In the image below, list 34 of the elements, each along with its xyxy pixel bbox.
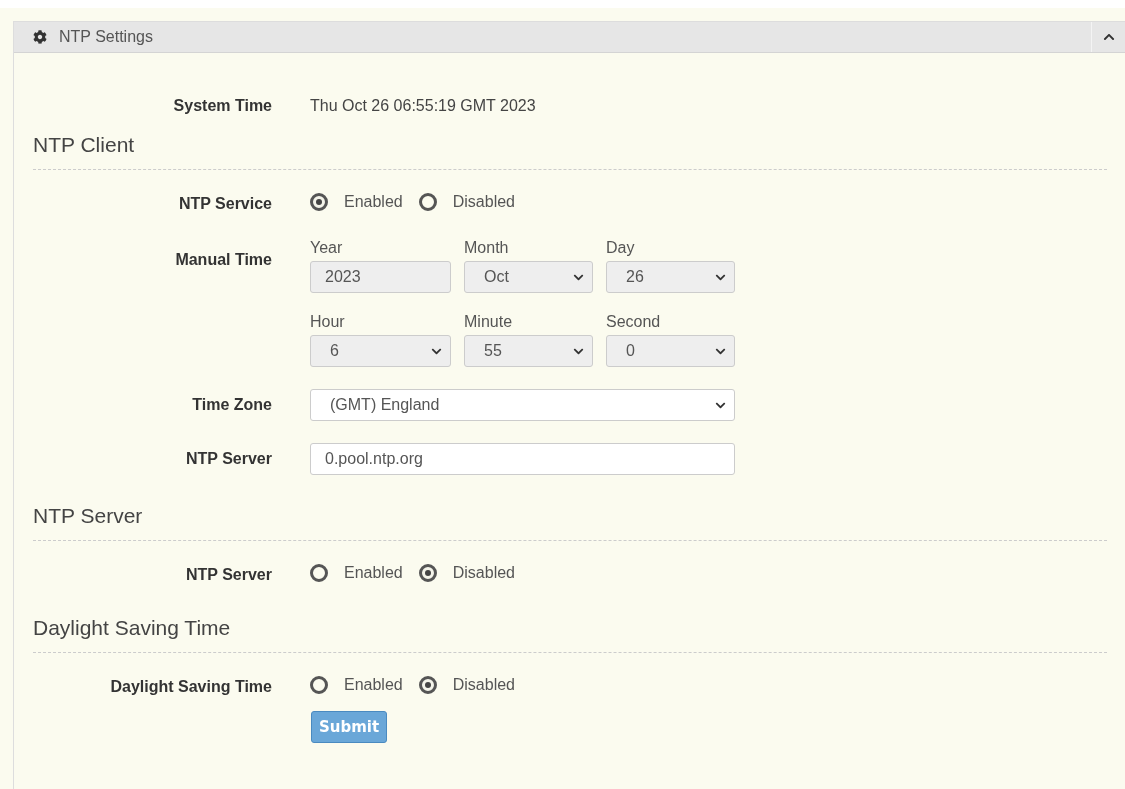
field-label: Time Zone [192, 396, 272, 413]
radio-button[interactable] [418, 676, 437, 694]
section-heading: NTP Server [33, 503, 1107, 541]
radio-label[interactable]: Disabled [452, 561, 515, 585]
field-label: Manual Time [175, 251, 272, 268]
field-caption: Year [310, 238, 344, 258]
field-label: NTP Server [186, 450, 272, 467]
radio-button[interactable] [310, 676, 328, 694]
field-caption: Month [464, 238, 510, 258]
collapse-icon [1102, 31, 1115, 43]
radio-button[interactable] [418, 564, 437, 582]
field-label: Daylight Saving Time [110, 678, 272, 695]
radio-button[interactable] [310, 564, 328, 582]
gear-icon [33, 30, 47, 44]
panel-title: NTP Settings [59, 27, 153, 47]
field-caption: Hour [310, 312, 346, 332]
section-heading: NTP Client [33, 132, 1107, 170]
field-caption: Second [606, 312, 662, 332]
field-caption: Minute [464, 312, 514, 332]
radio-label[interactable]: Enabled [344, 190, 403, 214]
field-caption: Day [606, 238, 636, 258]
section-heading: Daylight Saving Time [33, 615, 1107, 653]
field-label: NTP Service [178, 195, 272, 212]
system-time-value: Thu Oct 26 06:55:19 GMT 2023 [310, 96, 536, 116]
field-label: NTP Server [186, 566, 272, 583]
radio-button[interactable] [310, 193, 328, 211]
input-field[interactable]: 0.pool.ntp.org [310, 443, 735, 475]
radio-label[interactable]: Disabled [452, 673, 515, 697]
radio-label[interactable]: Enabled [344, 673, 403, 697]
dropdown[interactable]: (GMT) England [310, 389, 735, 421]
field-label: System Time [173, 97, 272, 114]
radio-label[interactable]: Enabled [344, 561, 403, 585]
radio-label[interactable]: Disabled [452, 190, 515, 214]
radio-button[interactable] [418, 193, 437, 211]
